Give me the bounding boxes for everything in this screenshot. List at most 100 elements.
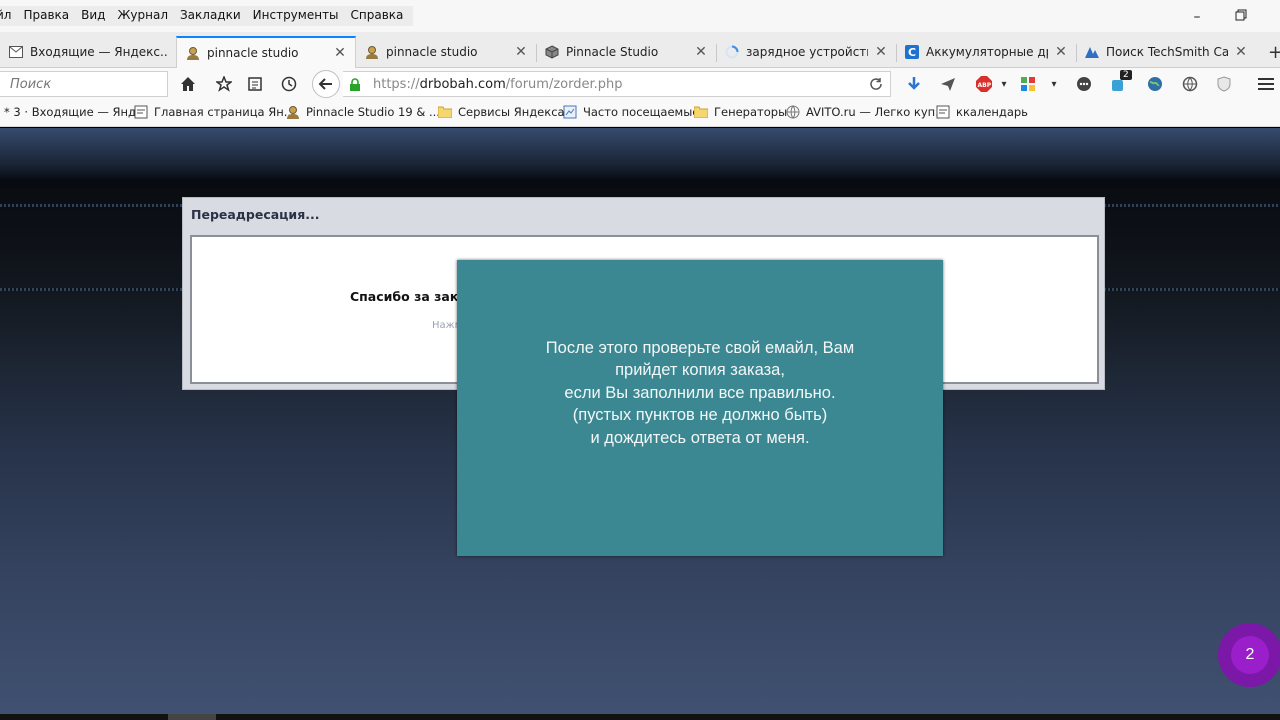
- hamburger-menu-icon[interactable]: [1256, 74, 1276, 94]
- new-tab-icon[interactable]: +: [1268, 42, 1280, 63]
- menu-help[interactable]: Справка: [345, 6, 410, 26]
- close-icon[interactable]: ✕: [1054, 44, 1068, 60]
- url-bar[interactable]: https://drbobah.com/forum/zorder.php: [343, 71, 891, 97]
- close-icon[interactable]: ✕: [333, 45, 347, 61]
- step-badge: 2: [1218, 623, 1280, 687]
- bookmark-calendar[interactable]: ккалендарь: [936, 105, 1028, 119]
- bookmark-most-visited[interactable]: Часто посещаемые: [563, 105, 699, 119]
- tab-batteries[interactable]: C Аккумуляторные др... ✕: [896, 36, 1076, 68]
- chevron-down-icon[interactable]: ▾: [994, 74, 1014, 94]
- menu-bar: йл Правка Вид Журнал Закладки Инструмент…: [0, 0, 1280, 32]
- person-icon: [286, 105, 300, 119]
- search-input[interactable]: Поиск: [0, 71, 168, 97]
- globe-icon: [786, 105, 800, 119]
- tab-pinnacle-studio-active[interactable]: pinnacle studio ✕: [176, 36, 356, 68]
- step-number: 2: [1231, 636, 1269, 674]
- tab-label: зарядное устройств...: [746, 45, 868, 59]
- shield-icon[interactable]: [1214, 74, 1234, 94]
- tab-label: Входящие — Яндекс....: [30, 45, 168, 59]
- bookmark-avito[interactable]: AVITO.ru — Легко куп...: [786, 105, 946, 119]
- techsmith-icon: [1084, 44, 1100, 60]
- tab-label: Pinnacle Studio: [566, 45, 659, 59]
- adblock-icon[interactable]: ABP: [974, 74, 994, 94]
- bookmark-yandex-services[interactable]: Сервисы Яндекса: [438, 105, 565, 119]
- reload-icon[interactable]: [866, 74, 886, 94]
- svg-text:ABP: ABP: [978, 82, 992, 89]
- progress-thumb[interactable]: [168, 714, 216, 720]
- notification-count: 2: [1120, 70, 1132, 80]
- tab-label: Поиск TechSmith Ca...: [1106, 45, 1228, 59]
- chevron-down-icon[interactable]: ▾: [1044, 74, 1064, 94]
- back-button[interactable]: [312, 70, 340, 98]
- person-icon: [185, 45, 201, 61]
- close-icon[interactable]: ✕: [694, 44, 708, 60]
- back-arrow-icon: [318, 78, 332, 90]
- bookmark-label: AVITO.ru — Легко куп...: [806, 105, 947, 119]
- menu-edit[interactable]: Правка: [17, 6, 75, 26]
- page-content: Переадресация... Спасибо за зак Нажм Пос…: [0, 128, 1280, 714]
- person-icon: [364, 44, 380, 60]
- bookmark-yandex-main[interactable]: Главная страница Ян...: [134, 105, 295, 119]
- box-icon: [544, 44, 560, 60]
- page-icon: [563, 105, 577, 119]
- menu-view[interactable]: Вид: [75, 6, 111, 26]
- bookmark-label: Сервисы Яндекса: [458, 105, 565, 119]
- close-icon[interactable]: ✕: [874, 44, 888, 60]
- tab-bar: Входящие — Яндекс.... pinnacle studio ✕ …: [0, 32, 1280, 68]
- mail-icon: [8, 44, 24, 60]
- svg-text:C: C: [908, 46, 916, 59]
- tab-label: pinnacle studio: [386, 45, 478, 59]
- url-text: https://drbobah.com/forum/zorder.php: [373, 77, 623, 92]
- reading-list-icon[interactable]: [245, 74, 265, 94]
- loading-icon: [724, 44, 740, 60]
- video-progress-strip: [0, 714, 1280, 720]
- tab-inbox[interactable]: Входящие — Яндекс....: [0, 36, 176, 68]
- bookmark-pinnacle[interactable]: Pinnacle Studio 19 & ...: [286, 105, 440, 119]
- menu-list: йл Правка Вид Журнал Закладки Инструмент…: [0, 6, 414, 26]
- folder-icon: [694, 105, 708, 119]
- bookmark-label: ккалендарь: [956, 105, 1028, 119]
- bookmark-generators[interactable]: Генераторы: [694, 105, 787, 119]
- folder-icon: [438, 105, 452, 119]
- restore-icon[interactable]: [1232, 8, 1250, 26]
- send-icon[interactable]: [938, 74, 958, 94]
- thanks-message: Спасибо за зак: [350, 289, 459, 304]
- star-icon[interactable]: [214, 74, 234, 94]
- menu-bookmarks[interactable]: Закладки: [174, 6, 247, 26]
- c-icon: C: [904, 44, 920, 60]
- history-icon[interactable]: [279, 74, 299, 94]
- bookmark-label: * 3 · Входящие — Янд...: [4, 105, 147, 119]
- vpn-icon[interactable]: [1180, 74, 1200, 94]
- tab-charger[interactable]: зарядное устройств... ✕: [716, 36, 896, 68]
- menu-tools[interactable]: Инструменты: [247, 6, 345, 26]
- notifications-icon[interactable]: 2: [1110, 70, 1132, 94]
- home-icon[interactable]: [178, 74, 198, 94]
- bookmark-inbox[interactable]: * 3 · Входящие — Янд...: [4, 105, 147, 119]
- page-icon: [936, 105, 950, 119]
- dialog-title: Переадресация...: [191, 207, 320, 222]
- overlay-line: (пустых пунктов не должно быть): [572, 406, 828, 425]
- instruction-overlay: После этого проверьте свой емайл, Вам пр…: [457, 260, 943, 556]
- tab-label: pinnacle studio: [207, 46, 299, 60]
- download-icon[interactable]: [904, 74, 924, 94]
- overlay-text: После этого проверьте свой емайл, Вам пр…: [546, 337, 854, 450]
- tab-techsmith[interactable]: Поиск TechSmith Ca... ✕: [1076, 36, 1256, 68]
- tab-pinnacle-studio[interactable]: pinnacle studio ✕: [356, 36, 536, 68]
- overlay-line: прийдет копия заказа,: [615, 361, 785, 380]
- overlay-line: После этого проверьте свой емайл, Вам: [545, 338, 855, 357]
- menu-history[interactable]: Журнал: [111, 6, 174, 26]
- bookmarks-bar: * 3 · Входящие — Янд... Главная страница…: [0, 100, 1280, 127]
- bookmark-label: Главная страница Ян...: [154, 105, 295, 119]
- extension-grid-icon[interactable]: [1018, 74, 1038, 94]
- overlay-line: если Вы заполнили все правильно.: [564, 383, 836, 402]
- tab-pinnacle-studio-2[interactable]: Pinnacle Studio ✕: [536, 36, 716, 68]
- globe-icon[interactable]: [1145, 74, 1165, 94]
- close-icon[interactable]: ✕: [514, 44, 528, 60]
- overlay-line: и дождитесь ответа от меня.: [590, 428, 810, 447]
- minimize-icon[interactable]: –: [1188, 8, 1206, 26]
- close-icon[interactable]: ✕: [1234, 44, 1248, 60]
- lock-icon: [349, 78, 361, 95]
- menu-file[interactable]: йл: [0, 6, 17, 26]
- bookmark-label: Pinnacle Studio 19 & ...: [306, 105, 440, 119]
- chat-icon[interactable]: [1074, 74, 1094, 94]
